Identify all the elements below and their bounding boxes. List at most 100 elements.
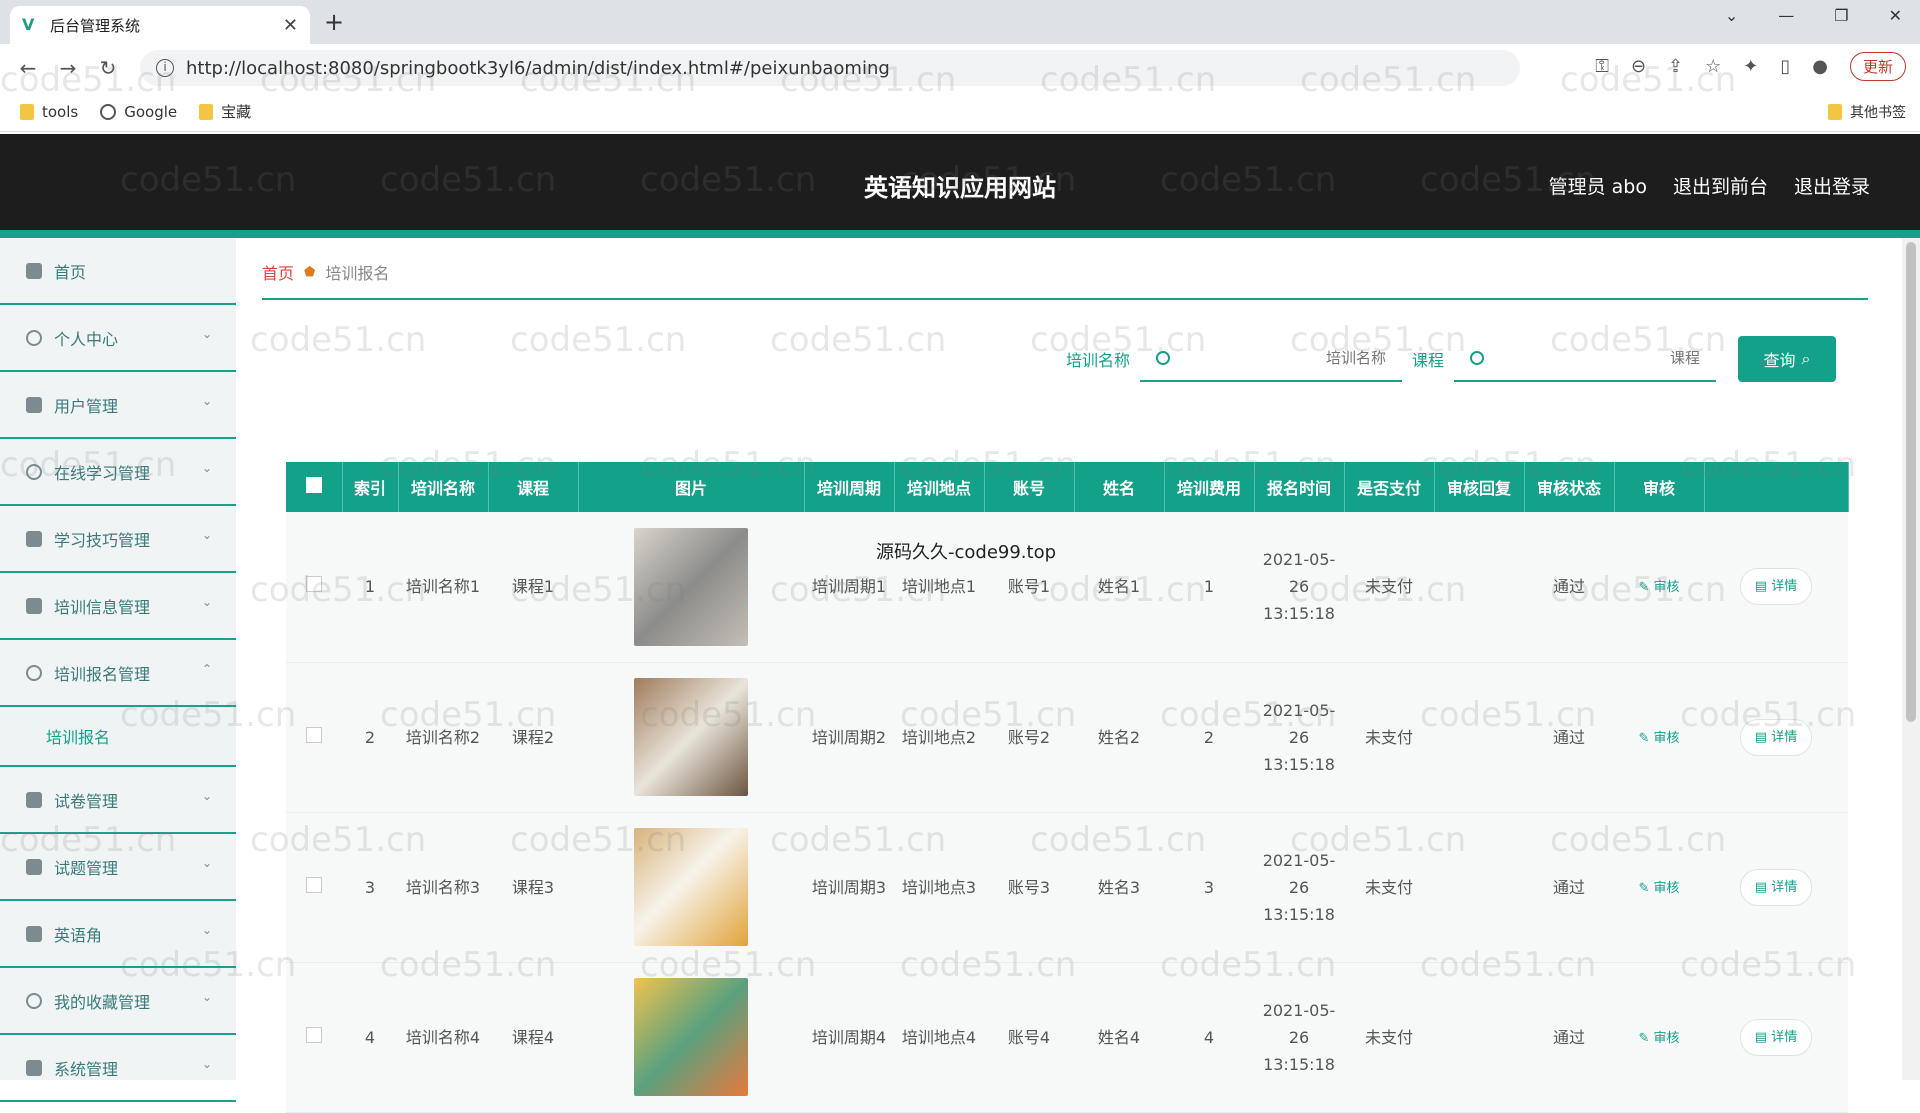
overlay-watermark-text: 源码久久-code99.top xyxy=(876,542,1057,563)
cell-place: 培训地点4 xyxy=(894,962,984,1113)
back-icon[interactable]: ← xyxy=(8,56,48,80)
url-bar[interactable]: i http://localhost:8080/springbootk3yl6/… xyxy=(140,50,1520,86)
folder-icon xyxy=(1828,104,1842,120)
browser-tab[interactable]: V 后台管理系统 ✕ xyxy=(10,6,310,44)
cell-review: ✎ 审核 xyxy=(1614,962,1704,1113)
sidebar-item-tips[interactable]: 学习技巧管理 ⌄ xyxy=(0,506,236,573)
search-label-name: 培训名称 xyxy=(1065,351,1130,370)
chevron-down-icon: ⌄ xyxy=(201,461,212,475)
cell-fee: 3 xyxy=(1164,812,1254,963)
cell-paid: 未支付 xyxy=(1344,512,1434,663)
zoom-icon[interactable]: ⊖ xyxy=(1631,56,1646,77)
profile-icon[interactable]: ● xyxy=(1812,56,1828,77)
cell-account: 账号2 xyxy=(984,662,1074,813)
site-info-icon[interactable]: i xyxy=(156,59,174,77)
bookmark-tools[interactable]: tools xyxy=(20,103,78,121)
bookmark-google[interactable]: Google xyxy=(100,103,177,121)
update-button[interactable]: 更新 xyxy=(1849,52,1906,81)
sidebar-item-online-study[interactable]: 在线学习管理 ⌄ xyxy=(0,439,236,506)
sidebar-item-english-corner[interactable]: 英语角 ⌄ xyxy=(0,901,236,968)
cell-actions: ▤ 详情 xyxy=(1704,812,1848,963)
col-status: 审核状态 xyxy=(1524,462,1615,512)
extensions-icon[interactable]: ✦ xyxy=(1743,56,1758,77)
sidebar-item-questions[interactable]: 试题管理 ⌄ xyxy=(0,834,236,901)
reload-icon[interactable]: ↻ xyxy=(88,56,128,80)
cell-reply xyxy=(1434,962,1524,1113)
cell-actions: ▤ 详情 xyxy=(1704,512,1848,663)
row-checkbox[interactable] xyxy=(286,812,342,963)
search-row: 培训名称 课程 查询⌕ xyxy=(1066,336,1836,382)
review-button[interactable]: ✎ 审核 xyxy=(1638,731,1679,746)
window-controls: ⌄ — ❐ ✕ xyxy=(1725,6,1902,25)
admin-label: 管理员 abo xyxy=(1548,176,1647,198)
cell-index: 3 xyxy=(342,812,398,963)
select-all-checkbox[interactable] xyxy=(286,462,343,512)
course-input[interactable] xyxy=(1494,349,1700,367)
cell-time: 2021-05-26 13:15:18 xyxy=(1254,962,1344,1113)
url-text: http://localhost:8080/springbootk3yl6/ad… xyxy=(186,57,890,79)
detail-button[interactable]: ▤ 详情 xyxy=(1739,568,1813,606)
training-image xyxy=(634,678,748,796)
logout-link[interactable]: 退出登录 xyxy=(1794,172,1870,199)
cell-person: 姓名4 xyxy=(1074,962,1164,1113)
cell-reply xyxy=(1434,512,1524,663)
chevron-down-icon: ⌄ xyxy=(201,856,212,870)
breadcrumb-current: 培训报名 xyxy=(325,264,390,283)
review-button[interactable]: ✎ 审核 xyxy=(1638,580,1679,595)
cell-person: 姓名1 xyxy=(1074,512,1164,663)
sidebar-item-training-info[interactable]: 培训信息管理 ⌄ xyxy=(0,573,236,640)
training-name-input[interactable] xyxy=(1179,349,1386,367)
back-to-front-link[interactable]: 退出到前台 xyxy=(1673,172,1768,199)
tips-icon xyxy=(26,530,42,547)
question-icon xyxy=(26,858,42,875)
sidebar-item-papers[interactable]: 试卷管理 ⌄ xyxy=(0,767,236,834)
breadcrumb-home[interactable]: 首页 xyxy=(262,260,294,284)
sidebar-item-favorites[interactable]: 我的收藏管理 ⌄ xyxy=(0,968,236,1035)
new-tab-button[interactable]: + xyxy=(324,8,344,36)
other-bookmarks[interactable]: 其他书签 xyxy=(1828,102,1906,122)
forward-icon[interactable]: → xyxy=(48,56,88,80)
key-icon[interactable]: ⚿ xyxy=(1595,56,1609,77)
sidebar-item-training-signup[interactable]: 培训报名管理 ⌃ xyxy=(0,640,236,707)
tab-search-icon[interactable]: ⌄ xyxy=(1725,6,1738,25)
sidebar-item-system[interactable]: 系统管理 ⌄ xyxy=(0,1035,236,1102)
query-button[interactable]: 查询 ⌕ xyxy=(1738,336,1836,382)
sidebar-subitem-signup[interactable]: 培训报名 xyxy=(0,707,236,767)
cell-index: 4 xyxy=(342,962,398,1113)
cell-review: ✎ 审核 xyxy=(1614,512,1704,663)
cell-course: 课程2 xyxy=(488,662,578,813)
row-checkbox[interactable] xyxy=(286,962,342,1113)
detail-button[interactable]: ▤ 详情 xyxy=(1739,868,1813,906)
course-search[interactable] xyxy=(1454,336,1716,382)
review-button[interactable]: ✎ 审核 xyxy=(1638,881,1679,896)
sidebar-item-home[interactable]: 首页 xyxy=(0,238,236,305)
detail-button[interactable]: ▤ 详情 xyxy=(1739,718,1813,756)
close-tab-icon[interactable]: ✕ xyxy=(283,15,298,36)
review-button[interactable]: ✎ 审核 xyxy=(1638,1031,1679,1046)
vue-logo-icon: V xyxy=(22,15,35,34)
detail-button[interactable]: ▤ 详情 xyxy=(1739,1018,1813,1056)
sidepanel-icon[interactable]: ▯ xyxy=(1780,56,1790,77)
header-links: 管理员 abo 退出到前台 退出登录 xyxy=(1549,172,1870,199)
share-icon[interactable]: ⇪ xyxy=(1668,56,1683,77)
sidebar-item-users[interactable]: 用户管理 ⌄ xyxy=(0,372,236,439)
training-image xyxy=(634,828,748,946)
table-row: 1 培训名称1 课程1 培训周期1 培训地点1 账号1 姓名1 1 2021-05-26 13:… xyxy=(286,512,1848,663)
cell-account: 账号1 xyxy=(984,512,1074,663)
minimize-icon[interactable]: — xyxy=(1778,6,1794,25)
training-name-search[interactable] xyxy=(1139,336,1402,382)
cell-reply xyxy=(1434,812,1524,963)
restore-icon[interactable]: ❐ xyxy=(1834,6,1848,25)
cell-image xyxy=(578,962,804,1113)
close-window-icon[interactable]: ✕ xyxy=(1889,6,1902,25)
page-scrollbar[interactable] xyxy=(1902,238,1920,1080)
chart-icon xyxy=(26,925,42,942)
cell-index: 2 xyxy=(342,662,398,813)
cell-place: 培训地点3 xyxy=(894,812,984,963)
scrollbar-thumb[interactable] xyxy=(1906,242,1916,722)
star-icon[interactable]: ☆ xyxy=(1705,56,1721,77)
sidebar-item-profile[interactable]: 个人中心 ⌄ xyxy=(0,305,236,372)
row-checkbox[interactable] xyxy=(286,512,342,663)
bookmark-treasure[interactable]: 宝藏 xyxy=(199,101,251,122)
row-checkbox[interactable] xyxy=(286,662,342,813)
